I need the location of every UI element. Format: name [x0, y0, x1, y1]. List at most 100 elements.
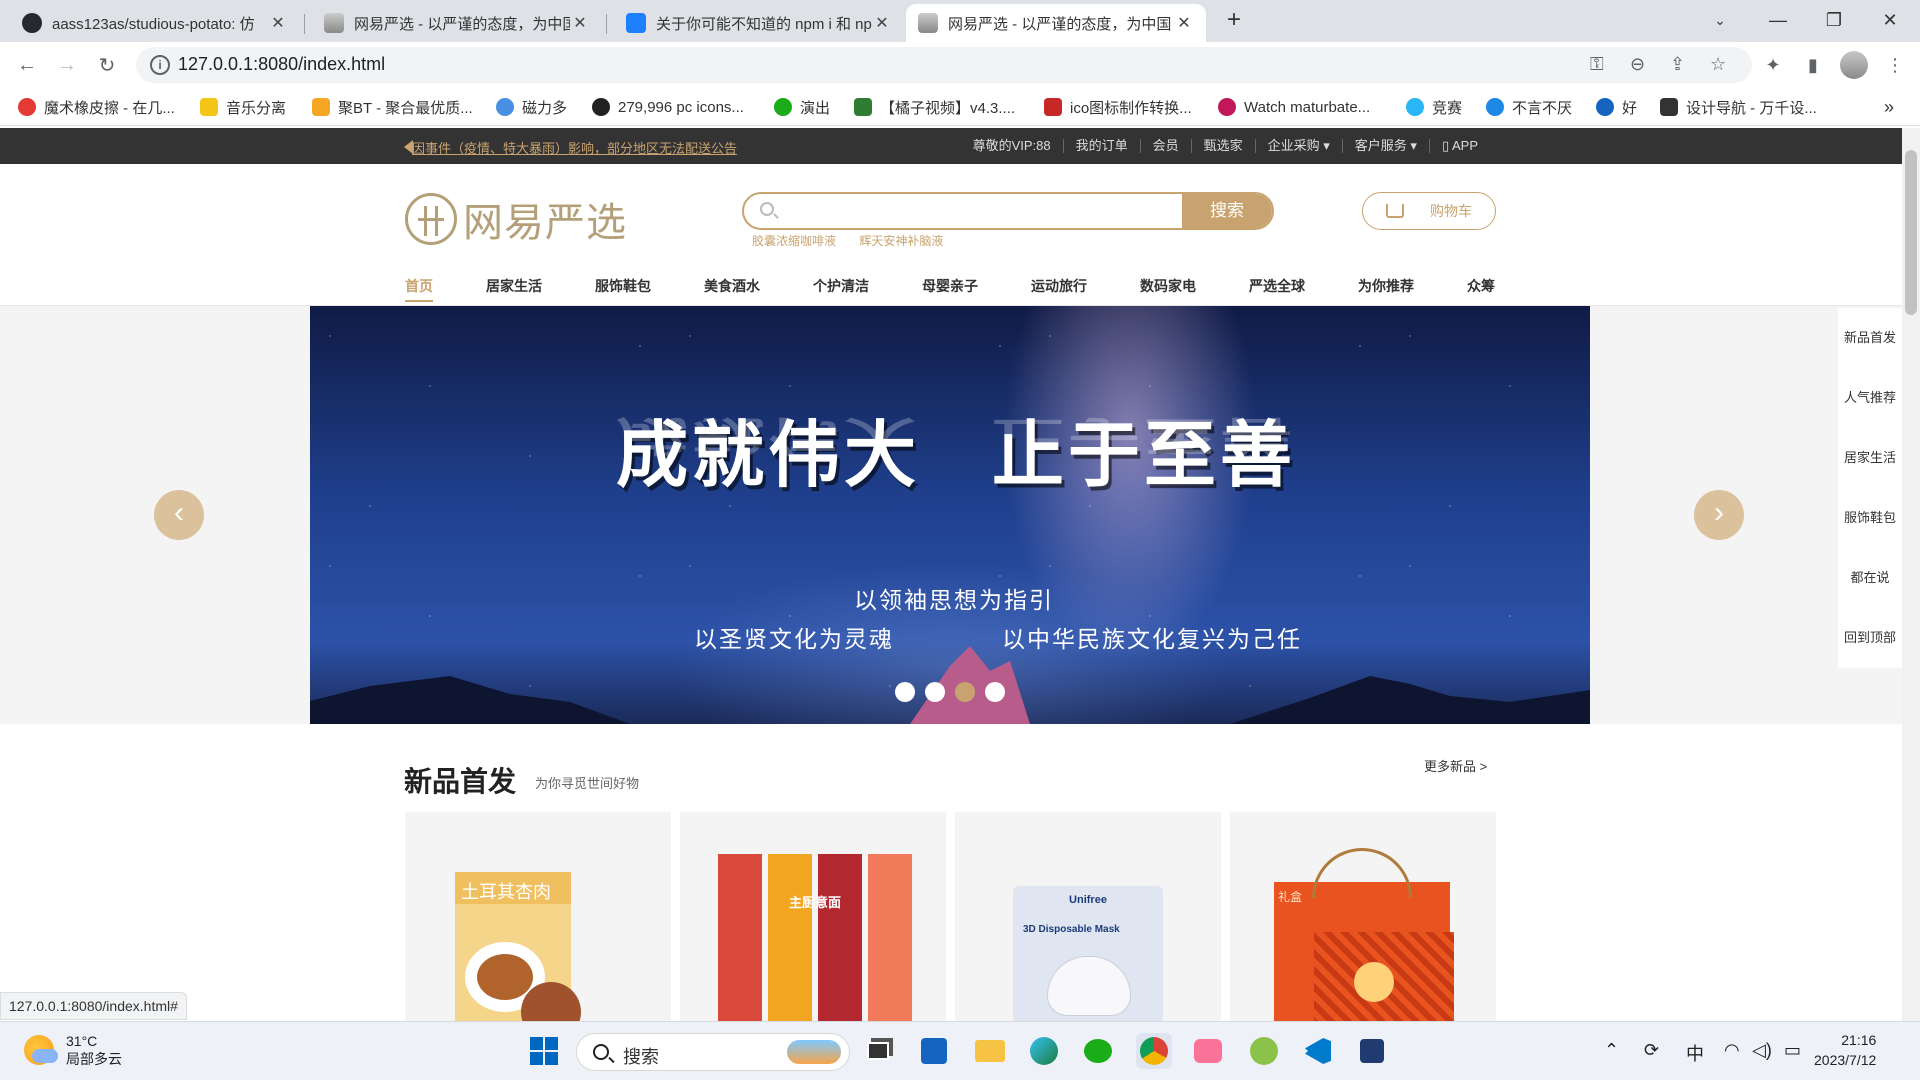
nav-home[interactable]: 首页: [405, 276, 433, 306]
notice-link[interactable]: 因事件（疫情、特大暴雨）影响，部分地区无法配送公告: [412, 138, 737, 157]
nav-apparel[interactable]: 服饰鞋包: [595, 276, 651, 306]
app-icon[interactable]: [1354, 1033, 1390, 1069]
bookmarks-overflow-icon[interactable]: »: [1884, 94, 1894, 120]
site-info-icon[interactable]: i: [150, 55, 170, 75]
nav-crowdfund[interactable]: 众筹: [1467, 276, 1495, 306]
new-tab-button[interactable]: +: [1206, 0, 1262, 40]
tab-github[interactable]: aass123as/studious-potato: 仿 ✕: [10, 4, 300, 42]
task-view-icon[interactable]: [860, 1033, 896, 1069]
banner-dot[interactable]: [895, 682, 915, 702]
close-tab-icon[interactable]: ✕: [570, 13, 590, 33]
extensions-icon[interactable]: ✦: [1758, 50, 1788, 80]
tab-search-icon[interactable]: ⌄: [1692, 0, 1748, 40]
bookmark-item[interactable]: 魔术橡皮擦 - 在几...: [18, 94, 175, 120]
member-link[interactable]: 会员: [1139, 139, 1191, 153]
scrollbar-thumb[interactable]: [1905, 150, 1917, 315]
nav-food[interactable]: 美食酒水: [704, 276, 760, 306]
banner-dot-active[interactable]: [955, 682, 975, 702]
back-to-top[interactable]: 回到顶部: [1838, 608, 1902, 668]
address-url[interactable]: 127.0.0.1:8080/index.html: [178, 54, 385, 75]
bookmark-item[interactable]: 设计导航 - 万千设...: [1660, 94, 1817, 120]
bookmark-item[interactable]: 磁力多: [496, 94, 567, 120]
bookmark-item[interactable]: 竞赛: [1406, 94, 1462, 120]
nav-recommend[interactable]: 为你推荐: [1358, 276, 1414, 306]
nav-care[interactable]: 个护清洁: [813, 276, 869, 306]
side-nav-apparel[interactable]: 服饰鞋包: [1838, 488, 1902, 548]
nav-sport[interactable]: 运动旅行: [1031, 276, 1087, 306]
banner-prev-button[interactable]: ‹: [154, 490, 204, 540]
hot-word[interactable]: 胶囊浓缩咖啡液: [752, 234, 836, 248]
weather-widget[interactable]: 31°C 局部多云: [24, 1032, 122, 1068]
nav-home-living[interactable]: 居家生活: [486, 276, 542, 306]
product-card-apricot[interactable]: 土耳其杏肉: [405, 812, 671, 1021]
reload-button[interactable]: ↻: [92, 50, 122, 80]
tab-yanxuan-active[interactable]: 网易严选 - 以严谨的态度，为中国 ✕: [906, 4, 1206, 42]
sync-icon[interactable]: ⟳: [1644, 1040, 1659, 1061]
nav-digital[interactable]: 数码家电: [1140, 276, 1196, 306]
ime-indicator[interactable]: 中: [1686, 1040, 1704, 1066]
more-new-link[interactable]: 更多新品 >: [1424, 756, 1487, 775]
chrome-icon[interactable]: [1136, 1033, 1172, 1069]
service-link[interactable]: 客户服务 ▾: [1341, 139, 1429, 153]
taskbar-search[interactable]: 搜索: [576, 1033, 850, 1071]
volume-icon[interactable]: ◁): [1752, 1040, 1772, 1061]
widgets-icon[interactable]: [916, 1033, 952, 1069]
banner-dot[interactable]: [925, 682, 945, 702]
product-card-giftbox[interactable]: 礼盒: [1230, 812, 1496, 1021]
bookmark-item[interactable]: 音乐分离: [200, 94, 286, 120]
bookmark-item[interactable]: Watch maturbate...: [1218, 94, 1370, 120]
search-input[interactable]: [784, 200, 1204, 222]
tab-npm-article[interactable]: 关于你可能不知道的 npm i 和 np ✕: [614, 4, 904, 42]
zoom-icon[interactable]: ⊖: [1630, 54, 1645, 75]
side-nav-new[interactable]: 新品首发: [1838, 308, 1902, 368]
app-link[interactable]: ▯ APP: [1428, 139, 1490, 153]
close-tab-icon[interactable]: ✕: [872, 13, 892, 33]
banner-dot[interactable]: [985, 682, 1005, 702]
bookmark-item[interactable]: 【橘子视频】v4.3....: [854, 94, 1015, 120]
banner-next-button[interactable]: ›: [1694, 490, 1744, 540]
key-icon[interactable]: ⚿: [1590, 54, 1604, 75]
close-tab-icon[interactable]: ✕: [1174, 13, 1194, 33]
tray-overflow-icon[interactable]: ⌃: [1604, 1040, 1619, 1061]
battery-icon[interactable]: ▭: [1784, 1040, 1801, 1061]
side-panel-icon[interactable]: ▮: [1798, 50, 1828, 80]
profile-avatar[interactable]: [1840, 51, 1868, 79]
bookmark-item[interactable]: 好: [1596, 94, 1637, 120]
maximize-button[interactable]: ❐: [1806, 0, 1862, 40]
bookmark-item[interactable]: 279,996 pc icons...: [592, 94, 744, 120]
side-nav-reviews[interactable]: 都在说: [1838, 548, 1902, 608]
share-icon[interactable]: ⇪: [1670, 54, 1685, 75]
app-icon[interactable]: [1246, 1033, 1282, 1069]
bookmark-star-icon[interactable]: ☆: [1710, 54, 1726, 75]
side-nav-popular[interactable]: 人气推荐: [1838, 368, 1902, 428]
vscode-icon[interactable]: [1300, 1033, 1336, 1069]
close-window-button[interactable]: ✕: [1862, 0, 1918, 40]
bookmark-item[interactable]: 演出: [774, 94, 830, 120]
selector-link[interactable]: 甄选家: [1190, 139, 1255, 153]
bookmark-item[interactable]: 聚BT - 聚合最优质...: [312, 94, 473, 120]
edge-icon[interactable]: [1026, 1033, 1062, 1069]
bookmark-item[interactable]: 不言不厌: [1486, 94, 1572, 120]
nav-baby[interactable]: 母婴亲子: [922, 276, 978, 306]
product-card-pasta[interactable]: 主厨意面: [680, 812, 946, 1021]
cart-button[interactable]: 购物车: [1362, 192, 1496, 230]
minimize-button[interactable]: —: [1750, 0, 1806, 40]
hot-word[interactable]: 辉天安神补脑液: [859, 234, 943, 248]
site-logo[interactable]: 网易严选: [405, 190, 627, 248]
bookmark-item[interactable]: ico图标制作转换...: [1044, 94, 1192, 120]
enterprise-link[interactable]: 企业采购 ▾: [1254, 139, 1342, 153]
side-nav-home[interactable]: 居家生活: [1838, 428, 1902, 488]
back-button[interactable]: ←: [12, 50, 42, 80]
orders-link[interactable]: 我的订单: [1062, 139, 1140, 153]
menu-icon[interactable]: ⋮: [1880, 50, 1910, 80]
start-icon[interactable]: [526, 1033, 562, 1069]
wifi-icon[interactable]: ◠: [1724, 1040, 1740, 1061]
product-card-mask[interactable]: Unifree 3D Disposable Mask: [955, 812, 1221, 1021]
close-tab-icon[interactable]: ✕: [268, 13, 288, 33]
address-bar[interactable]: i 127.0.0.1:8080/index.html ⚿ ⊖ ⇪ ☆: [136, 47, 1752, 83]
file-explorer-icon[interactable]: [972, 1033, 1008, 1069]
hero-banner[interactable]: 成就伟大 止于至善 成就伟大 止于至善 以领袖思想为指引 以圣贤文化为灵魂 以中…: [310, 306, 1590, 724]
forward-button[interactable]: →: [52, 50, 82, 80]
search-button[interactable]: 搜索: [1182, 194, 1272, 228]
bilibili-icon[interactable]: [1190, 1033, 1226, 1069]
